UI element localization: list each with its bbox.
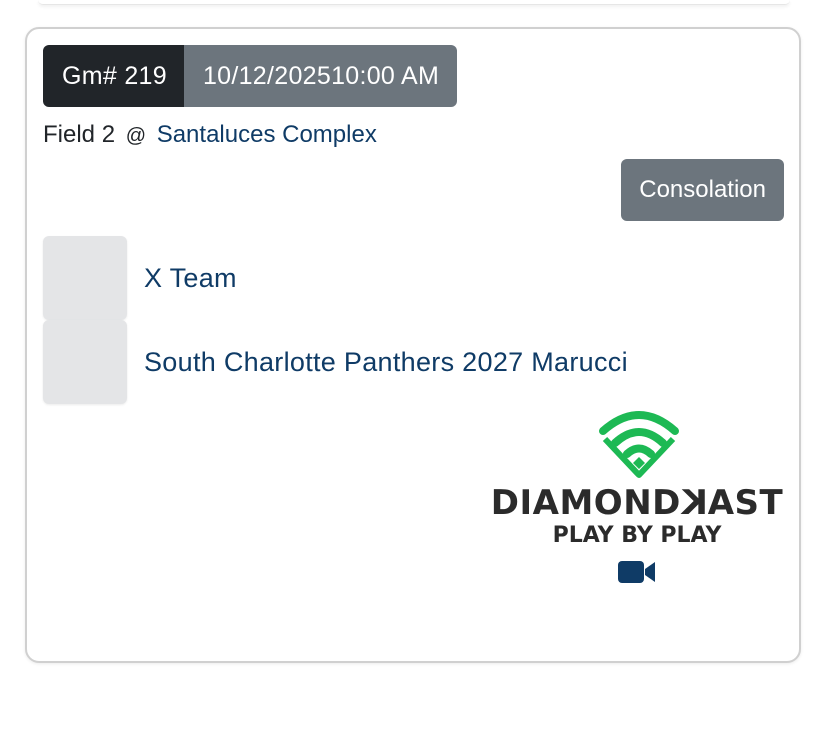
team-row[interactable]: X Team	[43, 236, 237, 320]
team-name[interactable]: South Charlotte Panthers 2027 Marucci	[144, 347, 628, 378]
team-logo-placeholder	[43, 320, 127, 404]
game-number: Gm# 219	[43, 45, 184, 107]
game-badge: Gm# 219 10/12/2025 10:00 AM	[43, 45, 458, 107]
game-time: 10:00 AM	[331, 61, 440, 90]
diamondkast-play-by-play-link[interactable]: DIAMONDKAST PLAY BY PLAY	[489, 407, 785, 593]
brand-prefix: DIAMOND	[490, 483, 681, 523]
consolation-badge[interactable]: Consolation	[621, 159, 784, 221]
game-date: 10/12/2025	[202, 61, 332, 90]
team-name[interactable]: X Team	[144, 263, 237, 294]
venue-link[interactable]: Santaluces Complex	[157, 121, 377, 148]
diamondkast-wordmark: DIAMONDKAST	[489, 483, 785, 523]
at-symbol: @	[125, 125, 147, 147]
team-row[interactable]: South Charlotte Panthers 2027 Marucci	[43, 320, 628, 404]
game-card: Gm# 219 10/12/2025 10:00 AM Field 2 @ Sa…	[25, 27, 801, 663]
previous-card-edge	[38, 0, 790, 5]
play-by-play-label: PLAY BY PLAY	[552, 523, 722, 548]
diamondkast-wifi-logo-icon	[599, 411, 679, 478]
brand-k: K	[680, 483, 708, 523]
game-location: Field 2 @ Santaluces Complex	[43, 121, 377, 149]
team-logo-placeholder	[43, 236, 127, 320]
brand-suffix: AST	[707, 483, 784, 523]
game-datetime: 10/12/2025 10:00 AM	[183, 45, 458, 107]
video-camera-icon[interactable]	[617, 559, 657, 585]
field-name: Field 2	[43, 121, 116, 148]
